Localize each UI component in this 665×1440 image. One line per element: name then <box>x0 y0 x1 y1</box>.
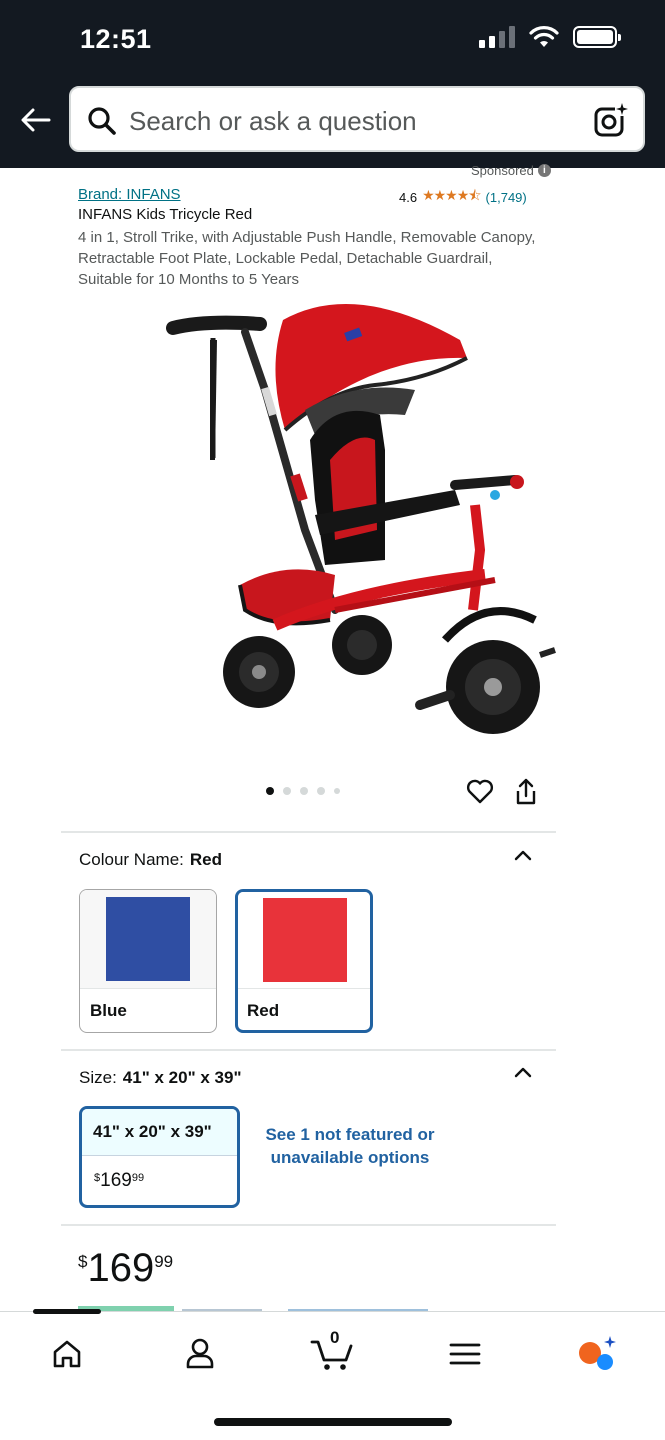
colour-preview <box>263 898 347 982</box>
selected-colour: Red <box>189 850 222 869</box>
heart-icon[interactable] <box>466 778 494 804</box>
bottom-navigation: 0 <box>0 1309 665 1440</box>
app-header: 12:51 Search or ask a question <box>0 0 665 168</box>
rufus-assistant-icon <box>579 1336 616 1370</box>
star-rating-icon: ★★★★⯪ <box>422 187 481 203</box>
carousel-dot[interactable] <box>317 787 325 795</box>
rating-summary[interactable]: 4.6 ★★★★⯪ (1,749) <box>399 185 527 209</box>
product-subtitle: 4 in 1, Stroll Trike, with Adjustable Pu… <box>78 229 536 288</box>
cart-count-badge: 0 <box>330 1328 340 1347</box>
status-icons <box>479 26 621 48</box>
size-option-card[interactable]: 41" x 20" x 39" $16999 <box>79 1106 240 1208</box>
search-placeholder: Search or ask a question <box>129 106 417 136</box>
product-title[interactable]: INFANS Kids Tricycle Red <box>78 206 252 223</box>
product-image-tricycle[interactable] <box>155 290 560 745</box>
camera-lens-icon[interactable] <box>593 102 629 138</box>
chevron-up-icon[interactable] <box>512 847 534 863</box>
nav-menu[interactable] <box>443 1332 487 1376</box>
chevron-up-icon[interactable] <box>512 1064 534 1080</box>
user-icon <box>186 1338 214 1369</box>
see-unavailable-options-link[interactable]: See 1 not featured or unavailable option… <box>262 1123 438 1169</box>
battery-icon <box>573 26 621 48</box>
rating-value: 4.6 <box>399 189 418 205</box>
carousel-dot[interactable] <box>300 787 308 795</box>
carousel-dot[interactable] <box>334 788 340 794</box>
share-icon[interactable] <box>514 778 538 806</box>
colour-preview <box>106 897 190 981</box>
brand-link[interactable]: Brand: INFANS <box>78 186 181 203</box>
swatch-label: Blue <box>90 1001 127 1020</box>
divider <box>61 1049 556 1051</box>
home-icon <box>53 1340 81 1368</box>
home-indicator-bar[interactable] <box>214 1418 452 1426</box>
menu-icon <box>449 1343 481 1365</box>
product-page: 12:51 Search or ask a question Sponsored… <box>0 0 665 1440</box>
colour-swatch-red[interactable]: Red <box>235 889 373 1033</box>
info-icon: i <box>537 164 551 177</box>
status-time: 12:51 <box>80 24 152 54</box>
size-option-name: 41" x 20" x 39" <box>93 1122 212 1141</box>
carousel-dot[interactable] <box>266 787 274 795</box>
product-price: $16999 <box>78 1246 174 1290</box>
selected-size: 41" x 20" x 39" <box>122 1068 242 1087</box>
nav-home[interactable] <box>45 1332 89 1376</box>
carousel-dot[interactable] <box>283 787 291 795</box>
image-carousel-dots[interactable] <box>266 787 340 795</box>
rating-count: (1,749) <box>485 189 527 205</box>
swatch-label: Red <box>247 1001 280 1020</box>
search-icon <box>88 107 116 135</box>
divider <box>61 1224 556 1226</box>
wifi-icon <box>529 26 559 47</box>
colour-selector-label: Colour Name: Red <box>79 850 222 869</box>
nav-rufus-assistant[interactable] <box>575 1332 619 1376</box>
divider <box>61 831 556 833</box>
search-input[interactable]: Search or ask a question <box>69 86 645 152</box>
size-selector-label: Size: 41" x 20" x 39" <box>79 1068 242 1087</box>
nav-account[interactable] <box>178 1332 222 1376</box>
active-tab-indicator <box>33 1309 101 1314</box>
sponsored-label[interactable]: Sponsored i <box>471 163 551 178</box>
size-option-price: $16999 <box>94 1170 145 1191</box>
signal-icon <box>479 26 515 48</box>
colour-swatch-blue[interactable]: Blue <box>79 889 217 1033</box>
back-arrow-icon[interactable] <box>18 102 54 138</box>
